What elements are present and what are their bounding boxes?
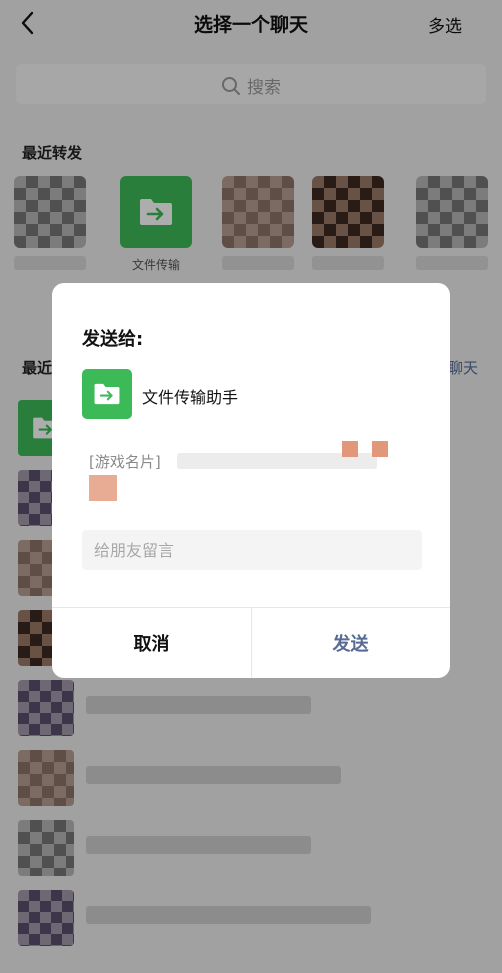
card-prefix: [游戏名片] xyxy=(89,453,161,471)
folder-arrow-icon xyxy=(94,383,120,405)
redacted-emoji xyxy=(372,441,388,457)
send-dialog: 发送给: 文件传输助手 [游戏名片] 取消 发送 xyxy=(52,283,450,678)
dialog-footer: 取消 发送 xyxy=(52,607,450,678)
recipient-name: 文件传输助手 xyxy=(142,388,239,407)
shared-card-preview: [游戏名片] xyxy=(89,441,389,501)
message-input[interactable] xyxy=(82,530,426,570)
redacted-emoji xyxy=(89,475,117,501)
redacted-emoji xyxy=(342,441,358,457)
file-helper-avatar xyxy=(82,369,132,419)
send-button[interactable]: 发送 xyxy=(251,608,450,678)
message-field[interactable] xyxy=(82,530,426,570)
cancel-button[interactable]: 取消 xyxy=(52,608,252,678)
dialog-title: 发送给: xyxy=(82,329,144,350)
